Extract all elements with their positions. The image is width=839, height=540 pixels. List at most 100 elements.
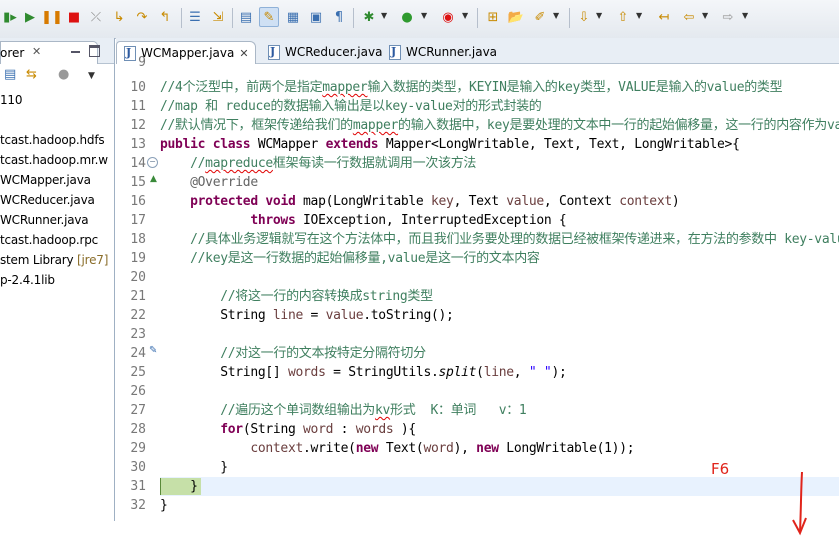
tab-package-explorer[interactable]: orer ✕ xyxy=(0,41,98,64)
explorer-tab-bar: orer ✕ xyxy=(0,38,114,64)
step-over-icon[interactable]: ↷ xyxy=(133,8,151,26)
code-line: //对这一行的文本按特定分隔符切分 xyxy=(220,346,426,361)
block-selection-icon[interactable]: ▦ xyxy=(284,8,302,26)
resume-icon[interactable]: ▶ xyxy=(21,8,39,26)
last-edit-location-icon[interactable]: ↤ xyxy=(655,8,673,26)
tree-item-wcmapper[interactable]: WCMapper.java xyxy=(0,170,91,190)
override-marker-icon: ▲ xyxy=(150,174,157,184)
run-dropdown-icon[interactable]: ▼ xyxy=(421,11,427,20)
mark-occurrences-icon[interactable]: ✎ xyxy=(259,7,279,27)
working-sets-icon[interactable]: ● xyxy=(58,67,69,82)
toggle-breadcrumb-icon[interactable]: ▤ xyxy=(237,8,255,26)
tree-item-label: tcast.hadoop.rpc xyxy=(0,233,99,247)
line-number-gutter: 9 10 11 12 13 14 15 16 17 18 19 20 21 22… xyxy=(116,55,160,521)
close-icon[interactable]: ✕ xyxy=(32,45,41,58)
code-line: @Override xyxy=(190,175,258,190)
main-toolbar: ▮▸ ▶ ❚❚ ■ ⤫ ↳ ↷ ↰ ☰ ⇲ ▤ ✎ ▦ ▣ ¶ ✱ ▼ ● ▼ … xyxy=(0,0,839,39)
fold-toggle-icon[interactable]: − xyxy=(147,157,158,168)
tree-item-package-rpc[interactable]: tcast.hadoop.rpc xyxy=(0,230,98,250)
code-line: throws IOException, InterruptedException… xyxy=(250,213,567,228)
package-explorer-panel: orer ✕ ▤ ⇆ ● ▼ 110 tcast.hadoop.hdfs tca… xyxy=(0,38,115,521)
search-icon[interactable]: ✐ xyxy=(531,8,549,26)
code-area[interactable]: //4个泛型中，前两个是指定mapper输入数据的类型，KEYIN是输入的key… xyxy=(160,64,839,521)
tab-wcreducer[interactable]: J WCReducer.java xyxy=(261,41,382,63)
tree-item-wcreducer[interactable]: WCReducer.java xyxy=(0,190,95,210)
forward-icon[interactable]: ⇨ xyxy=(719,8,737,26)
line-number: 20 xyxy=(130,270,146,285)
code-line: } xyxy=(160,498,168,513)
tree-item-label: tcast.hadoop.mr.w xyxy=(0,153,108,167)
code-editor: J WCMapper.java ✕ J WCReducer.java J WCR… xyxy=(116,38,839,536)
paragraph-icon[interactable]: ¶ xyxy=(330,8,348,26)
line-number: 12 xyxy=(130,118,146,133)
code-line: //默认情况下，框架传递给我们的mapper的输入数据中，key是要处理的文本中… xyxy=(160,118,839,133)
line-number: 27 xyxy=(130,403,146,418)
toolbar-separator xyxy=(477,8,478,28)
tree-item-hadoop-lib[interactable]: p-2.4.1lib xyxy=(0,270,55,290)
line-number: 17 xyxy=(130,213,146,228)
tree-item-project[interactable]: 110 xyxy=(0,90,23,110)
tree-item-label: stem Library xyxy=(0,253,78,267)
tab-label: WCMapper.java xyxy=(141,46,235,60)
back-icon[interactable]: ⇦ xyxy=(680,8,698,26)
view-menu-icon[interactable]: ▼ xyxy=(88,71,95,81)
link-with-editor-icon[interactable]: ⇆ xyxy=(26,67,37,82)
show-whitespace-icon[interactable]: ▣ xyxy=(307,8,325,26)
debug-icon[interactable]: ✱ xyxy=(360,8,378,26)
java-file-icon: J xyxy=(388,45,402,60)
next-annotation-icon[interactable]: ⇩ xyxy=(575,8,593,26)
search-dropdown-icon[interactable]: ▼ xyxy=(553,11,559,20)
code-line: context.write(new Text(word), new LongWr… xyxy=(250,441,635,456)
minimize-icon[interactable] xyxy=(71,51,80,53)
tree-item-label: tcast.hadoop.hdfs xyxy=(0,133,105,147)
tree-item-package-mr[interactable]: tcast.hadoop.mr.w xyxy=(0,150,108,170)
open-type-icon[interactable]: 📂 xyxy=(507,8,525,26)
tree-item-package-hdfs[interactable]: tcast.hadoop.hdfs xyxy=(0,130,105,150)
run-icon[interactable]: ● xyxy=(398,8,416,26)
line-number: 10 xyxy=(130,80,146,95)
line-number: 31 xyxy=(130,479,146,494)
external-tools-icon[interactable]: ◉ xyxy=(439,8,457,26)
debug-dropdown-icon[interactable]: ▼ xyxy=(381,11,387,20)
tree-item-wcrunner[interactable]: WCRunner.java xyxy=(0,210,89,230)
suspend-icon[interactable]: ❚❚ xyxy=(41,8,63,26)
maximize-icon[interactable] xyxy=(89,45,100,57)
terminate-icon[interactable]: ■ xyxy=(65,8,83,26)
code-line: //4个泛型中，前两个是指定mapper输入数据的类型，KEYIN是输入的key… xyxy=(160,80,783,95)
explorer-toolbar: ▤ ⇆ ● ▼ xyxy=(0,64,114,86)
line-number: 32 xyxy=(130,498,146,513)
tab-label: WCRunner.java xyxy=(406,45,498,59)
quick-diff-marker-icon: ✎ xyxy=(149,345,158,356)
new-java-package-icon[interactable]: ⊞ xyxy=(484,8,502,26)
back-dropdown-icon[interactable]: ▼ xyxy=(702,11,708,20)
step-return-icon[interactable]: ↰ xyxy=(156,8,174,26)
disconnect-icon[interactable]: ⤫ xyxy=(87,8,105,26)
previous-annotation-icon[interactable]: ⇧ xyxy=(614,8,632,26)
step-into-button-icon[interactable]: ↳ xyxy=(110,8,128,26)
code-line-current: } xyxy=(160,479,198,494)
toolbar-separator xyxy=(232,8,233,28)
line-number: 14 xyxy=(130,156,146,171)
close-icon[interactable]: ✕ xyxy=(239,47,248,60)
collapse-all-icon[interactable]: ▤ xyxy=(4,67,16,82)
tree-item-label: WCMapper.java xyxy=(0,173,91,187)
external-tools-dropdown-icon[interactable]: ▼ xyxy=(462,11,468,20)
step-into-icon[interactable]: ▮▸ xyxy=(1,8,19,26)
line-number: 26 xyxy=(130,384,146,399)
drop-to-frame-icon[interactable]: ⇲ xyxy=(209,8,227,26)
forward-dropdown-icon[interactable]: ▼ xyxy=(742,11,748,20)
use-step-filters-icon[interactable]: ☰ xyxy=(186,8,204,26)
explorer-tab-label: orer xyxy=(0,46,25,60)
line-number: 30 xyxy=(130,460,146,475)
previous-annotation-dropdown-icon[interactable]: ▼ xyxy=(636,11,642,20)
editor-tab-bar: J WCMapper.java ✕ J WCReducer.java J WCR… xyxy=(116,38,839,64)
line-number: 28 xyxy=(130,422,146,437)
code-line: //map 和 reduce的数据输入输出是以key-value对的形式封装的 xyxy=(160,99,542,114)
line-number: 9 xyxy=(138,55,146,70)
toolbar-separator xyxy=(181,8,182,28)
toolbar-separator xyxy=(353,8,354,28)
next-annotation-dropdown-icon[interactable]: ▼ xyxy=(596,11,602,20)
tab-wcrunner[interactable]: J WCRunner.java xyxy=(382,41,497,63)
tree-item-system-library[interactable]: stem Library [jre7] xyxy=(0,250,108,270)
line-number: 25 xyxy=(130,365,146,380)
